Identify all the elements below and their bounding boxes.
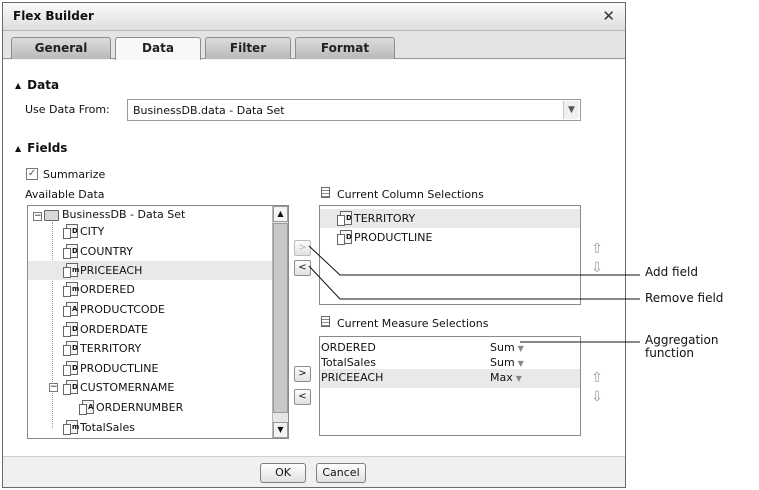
add-field-annotation: Add field: [645, 265, 698, 279]
callout-lines: [308, 245, 640, 343]
aggregation-annotation-line2: function: [645, 346, 695, 360]
add-field-callout-line: [308, 245, 640, 276]
remove-field-annotation: Remove field: [645, 291, 724, 305]
tab-data[interactable]: Data: [115, 37, 201, 60]
remove-field-callout-line: [308, 265, 640, 300]
